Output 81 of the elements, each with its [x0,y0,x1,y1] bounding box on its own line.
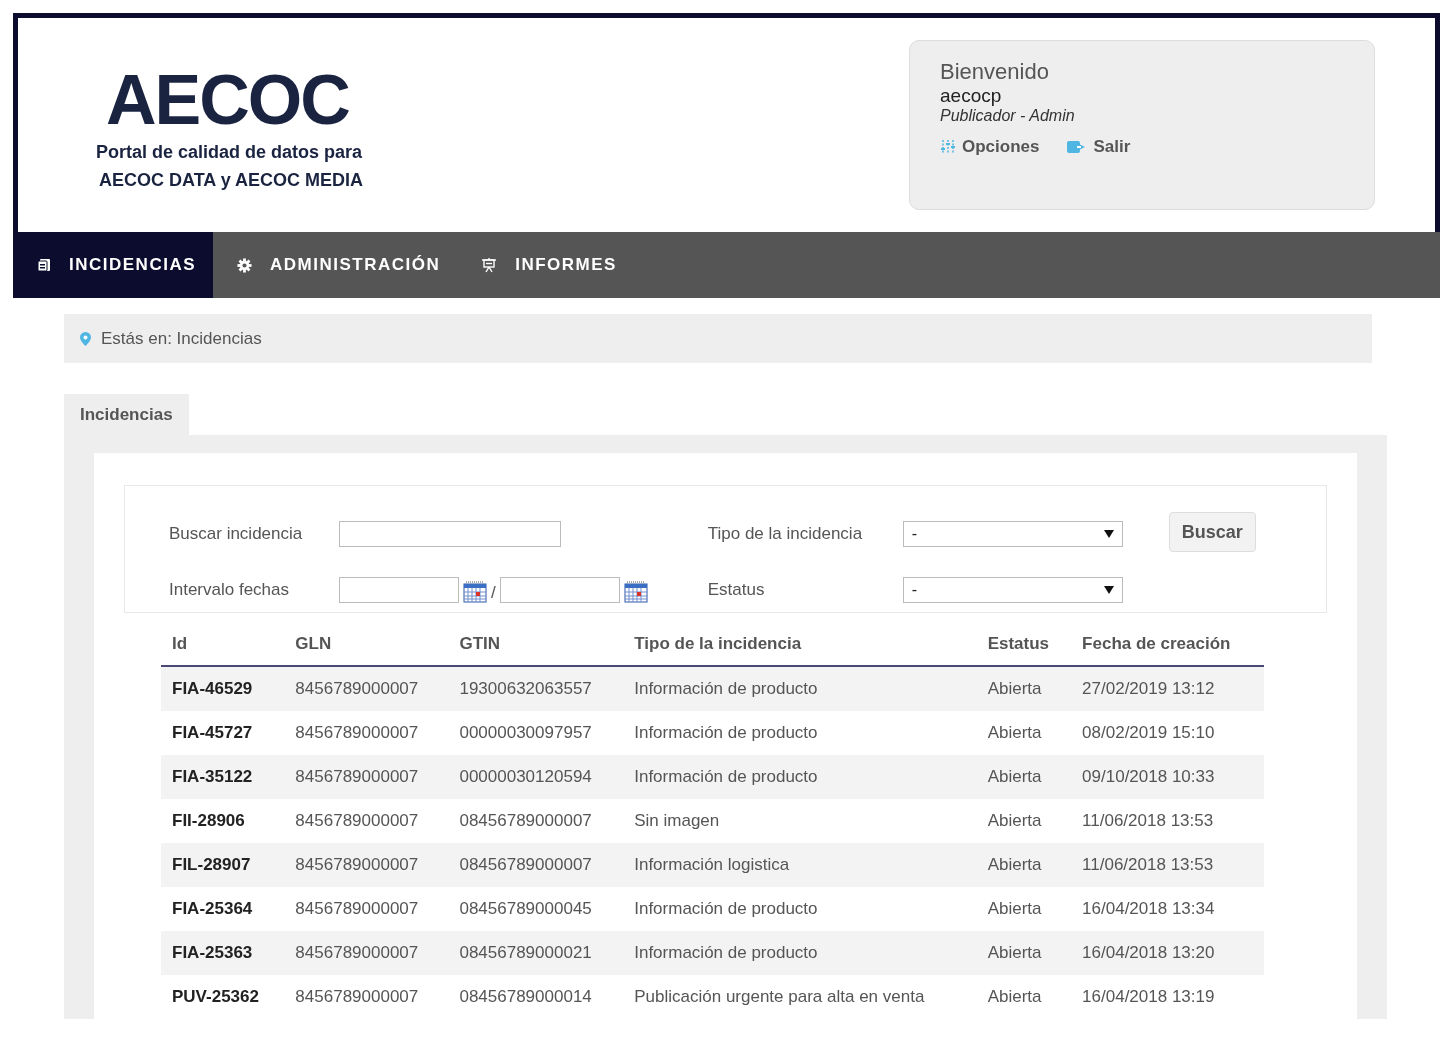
table-cell: 16/04/2018 13:34 [1071,887,1264,931]
options-link[interactable]: Opciones [940,137,1040,157]
table-cell: Información de producto [623,887,977,931]
table-cell: FIA-45727 [161,711,285,755]
table-cell: 09/10/2018 10:33 [1071,755,1264,799]
table-cell: 8456789000007 [284,711,449,755]
table-cell: Información de producto [623,755,977,799]
field-label: Intervalo fechas [169,580,290,600]
table-cell: 08456789000021 [448,931,624,975]
search-field[interactable] [339,521,561,547]
tab[interactable]: Incidencias [64,394,189,435]
type-dropdown[interactable]: - [902,521,1123,547]
breadcrumb: Estás en: Incidencias [101,328,262,349]
table-cell: 00000030120594 [448,755,624,799]
table-cell: 00000030097957 [448,711,624,755]
field-label: Estatus [707,580,766,600]
document-icon [37,258,51,272]
logo: AECOC [106,68,350,132]
caret-icon [1103,530,1114,538]
search-button[interactable]: Buscar [1168,512,1256,552]
table-cell: 16/04/2018 13:20 [1071,931,1264,975]
logout-link[interactable]: Salir [1067,137,1131,157]
table-cell: Abierta [976,666,1072,711]
field-label: Buscar incidencia [169,524,304,544]
table-cell: FIL-28907 [161,843,285,887]
gear-icon [237,257,252,273]
table-cell: 8456789000007 [284,666,449,711]
date-from-field[interactable] [339,577,459,603]
tagline: Portal de calidad de datos para [96,141,363,164]
table-cell: 08456789000014 [448,975,624,1019]
presentation-board-icon [481,257,498,273]
table-cell: PUV-25362 [161,975,285,1019]
map-pin-icon [80,331,91,346]
sliders-icon [940,139,956,155]
table-cell: Abierta [976,931,1072,975]
table-cell: 08/02/2019 15:10 [1071,711,1264,755]
username: aecocp [940,85,1003,107]
calendar-icon[interactable] [623,581,648,603]
table-cell: 19300632063557 [448,666,624,711]
table-cell: FIA-46529 [161,666,285,711]
status-dropdown[interactable]: - [902,577,1123,603]
table-cell: 8456789000007 [284,799,449,843]
table-cell: Abierta [976,755,1072,799]
table-cell: Sin imagen [623,799,977,843]
table-cell: 08456789000007 [448,843,624,887]
table-cell: 8456789000007 [284,975,449,1019]
field-label: Tipo de la incidencia [707,524,864,544]
table-cell: Información de producto [623,666,977,711]
nav-tab[interactable]: ADMINISTRACIÓN [213,232,458,298]
table-cell: FIA-25364 [161,887,285,931]
greeting: Bienvenido [940,59,1050,85]
table-cell: Información de producto [623,711,977,755]
table-cell: Abierta [976,799,1072,843]
table-cell: Abierta [976,711,1072,755]
table-cell: 08456789000007 [448,799,624,843]
table-cell: 8456789000007 [284,931,449,975]
nav-tab[interactable]: INFORMES [457,232,634,298]
table-cell: 8456789000007 [284,755,449,799]
calendar-icon[interactable] [463,581,487,603]
table-cell: 27/02/2019 13:12 [1071,666,1264,711]
caret-icon [1103,586,1114,594]
table-cell: Información logistica [623,843,977,887]
table-cell: FIA-25363 [161,931,285,975]
table-cell: 8456789000007 [284,887,449,931]
table-cell: Abierta [976,975,1072,1019]
table-cell: Publicación urgente para alta en venta [623,975,977,1019]
table-cell: 08456789000045 [448,887,624,931]
table-cell: 11/06/2018 13:53 [1071,843,1264,887]
date-to-field[interactable] [499,577,620,603]
table-cell: Abierta [976,887,1072,931]
table-cell: Información de producto [623,931,977,975]
user-role: Publicador - Admin [940,107,1076,125]
tagline: AECOC DATA y AECOC MEDIA [99,169,363,192]
table-cell: FII-28906 [161,799,285,843]
nav-tab[interactable]: INCIDENCIAS [13,232,213,298]
table-cell: 11/06/2018 13:53 [1071,799,1264,843]
table-cell: Abierta [976,843,1072,887]
table-cell: 16/04/2018 13:19 [1071,975,1264,1019]
table-cell: FIA-35122 [161,755,285,799]
date-separator: / [491,583,496,603]
table-cell: 8456789000007 [284,843,449,887]
